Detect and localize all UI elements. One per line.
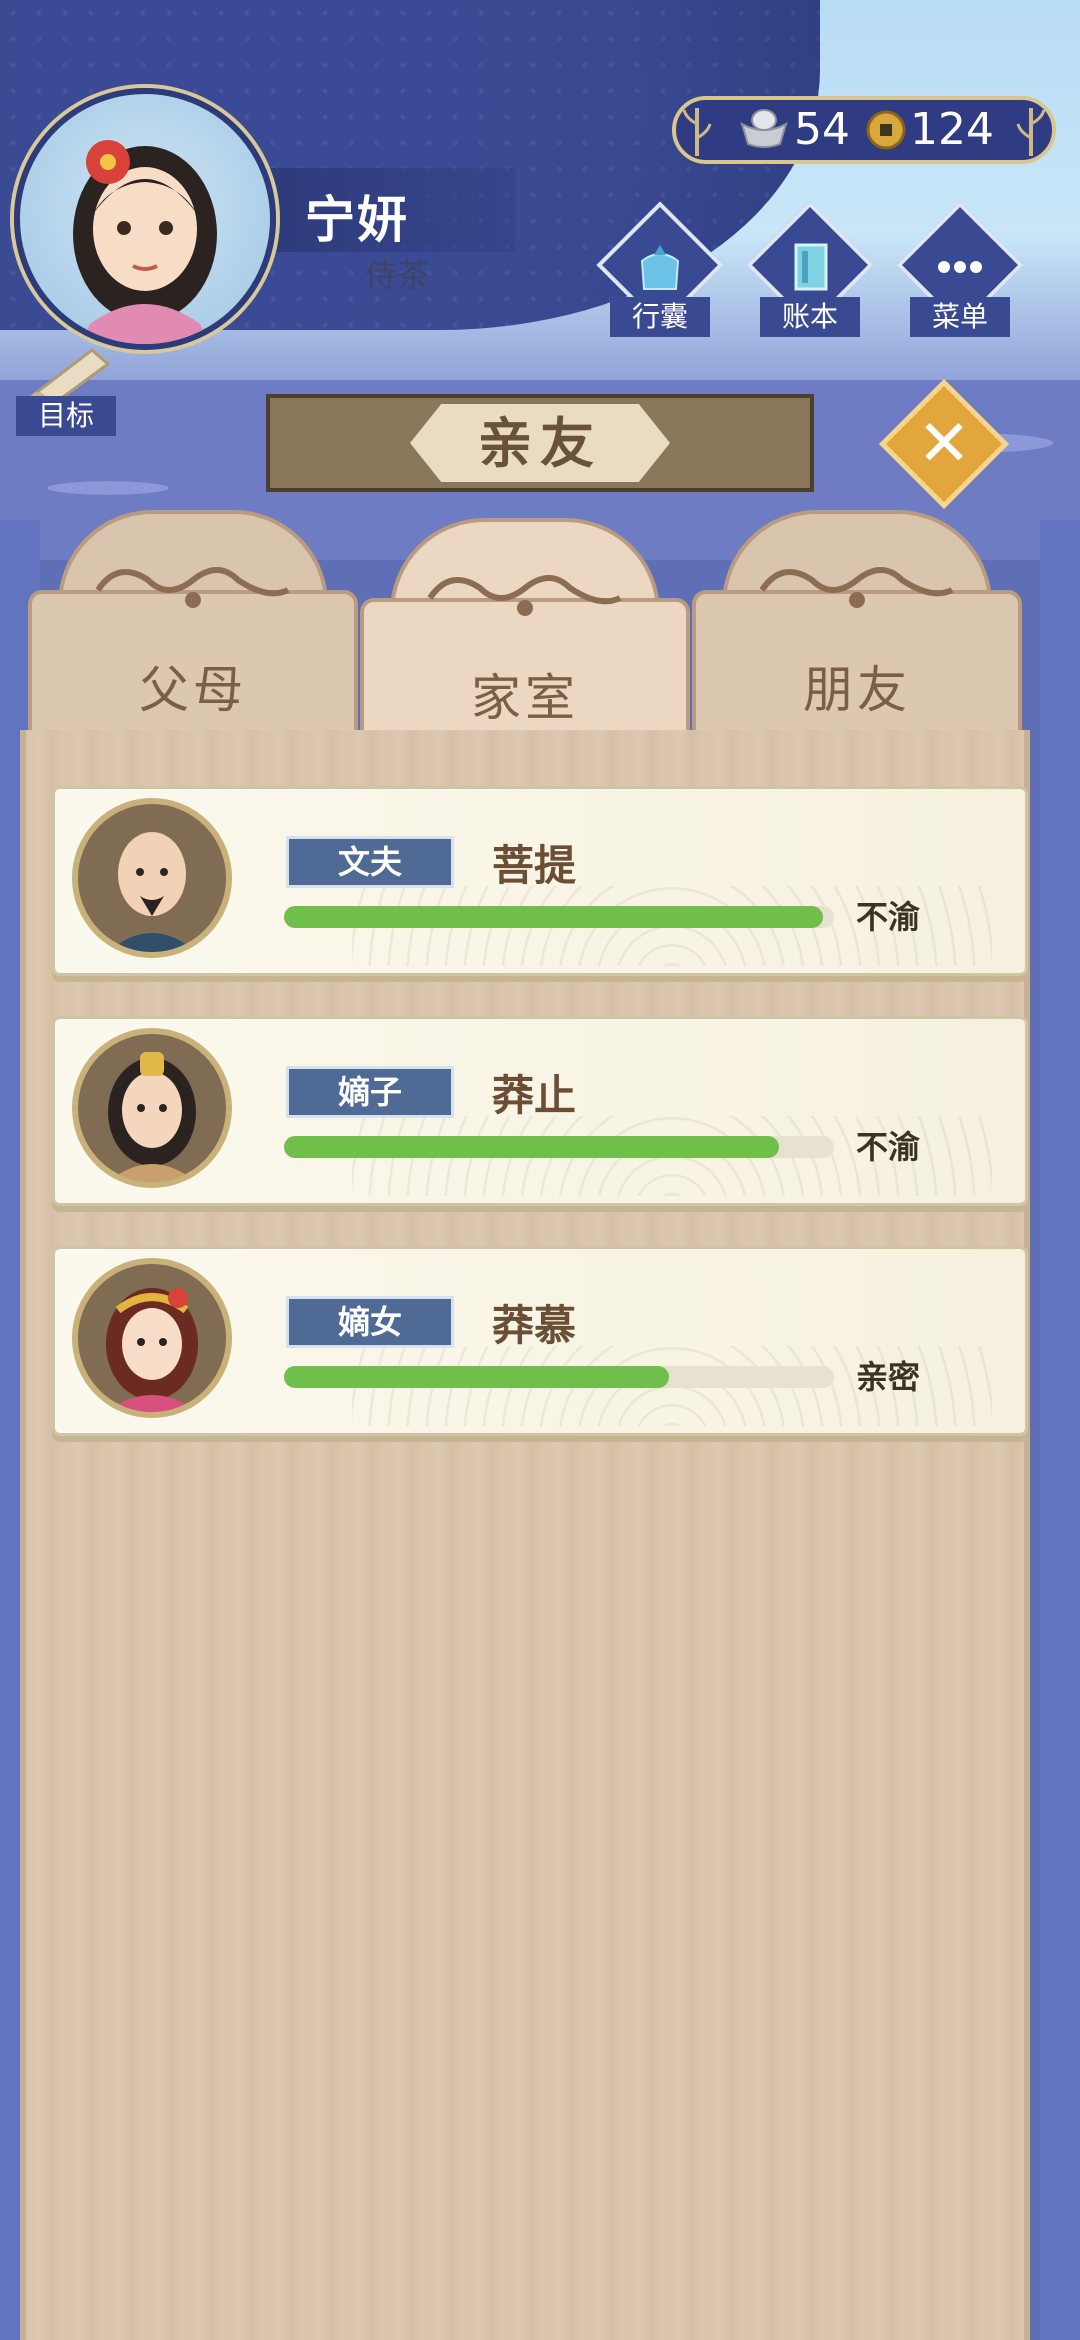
- tab-household[interactable]: 家室: [350, 518, 700, 748]
- player-name: 宁妍: [305, 191, 409, 249]
- relation-name: 莽止: [492, 1071, 577, 1120]
- ledger-button[interactable]: 账本: [746, 201, 874, 337]
- relation-avatar: [72, 1258, 232, 1418]
- side-border-right: [1040, 520, 1080, 2340]
- relation-name: 菩提: [492, 841, 577, 890]
- close-icon: ✕: [917, 407, 971, 481]
- relation-card-1[interactable]: 嫡子 莽止 不渝: [52, 1016, 1028, 1212]
- cloud-ornament-icon: [95, 567, 290, 608]
- tab-label: 家室: [471, 669, 579, 727]
- role-tag: 嫡女: [286, 1296, 454, 1348]
- tab-label: 父母: [139, 661, 247, 719]
- relation-avatar: [72, 1028, 232, 1188]
- ledger-icon: [794, 243, 828, 291]
- panel-title: 亲友: [478, 412, 602, 475]
- currency-bar: [672, 96, 1056, 164]
- relation-avatar: [72, 798, 232, 958]
- coin-amount: 124: [910, 104, 994, 155]
- relation-status: 不渝: [856, 898, 921, 936]
- affection-bar: [284, 1366, 834, 1388]
- affection-bar-fill: [284, 906, 823, 928]
- more-label: 菜单: [910, 297, 1010, 337]
- affection-bar-fill: [284, 1136, 779, 1158]
- player-avatar[interactable]: [14, 88, 276, 350]
- affection-bar: [284, 906, 834, 928]
- relation-status: 不渝: [856, 1128, 921, 1166]
- bag-label: 行囊: [610, 297, 710, 337]
- bag-icon: [640, 245, 680, 290]
- daughter-portrait-icon: [106, 1288, 198, 1412]
- more-icon: [938, 261, 982, 273]
- copper-coin-icon: [866, 110, 906, 150]
- relation-card-0[interactable]: 文夫 菩提 不渝: [52, 786, 1028, 982]
- ledger-label: 账本: [760, 297, 860, 337]
- husband-portrait-icon: [108, 832, 196, 952]
- player-title: 侍茶: [365, 256, 430, 294]
- role-tag: 文夫: [286, 836, 454, 888]
- more-button[interactable]: 菜单: [896, 201, 1024, 337]
- bamboo-icon: [1016, 108, 1046, 156]
- role-tag: 嫡子: [286, 1066, 454, 1118]
- silver-amount: 54: [794, 104, 850, 155]
- silver-ingot-icon: [740, 109, 788, 148]
- tab-friends[interactable]: 朋友: [682, 510, 1032, 740]
- relation-status: 亲密: [856, 1358, 921, 1396]
- affection-bar-fill: [284, 1366, 669, 1388]
- relation-card-2[interactable]: 嫡女 莽慕 亲密: [52, 1246, 1028, 1442]
- son-portrait-icon: [108, 1052, 196, 1182]
- player-portrait-icon: [73, 140, 217, 344]
- affection-bar: [284, 1136, 834, 1158]
- goal-label: 目标: [16, 396, 116, 436]
- bag-button[interactable]: 行囊: [596, 201, 724, 337]
- tab-parents[interactable]: 父母: [18, 510, 368, 740]
- cloud-ornament-icon: [759, 567, 954, 608]
- bamboo-icon: [682, 108, 712, 156]
- tab-label: 朋友: [803, 661, 911, 719]
- relation-name: 莽慕: [492, 1301, 577, 1350]
- cloud-ornament-icon: [427, 575, 622, 616]
